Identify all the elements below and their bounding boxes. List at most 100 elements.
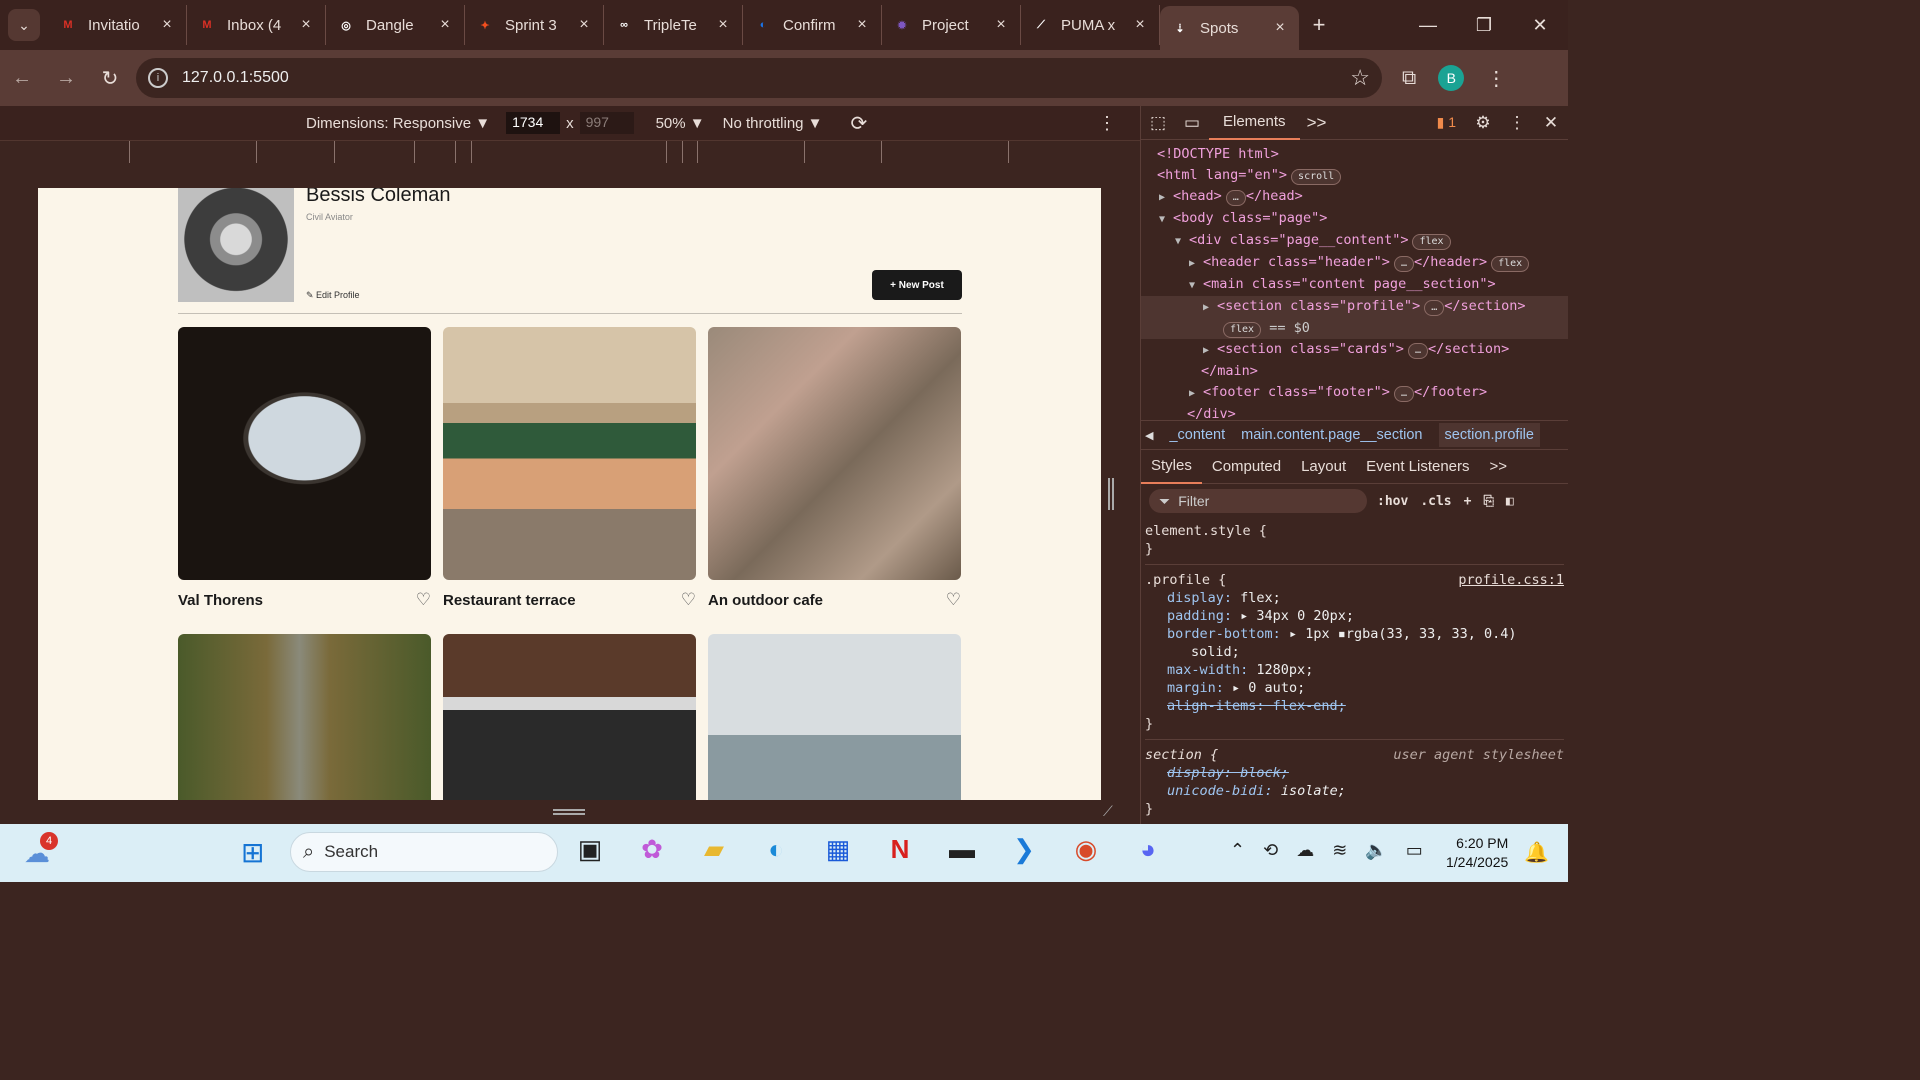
styles-filter-input[interactable]: ⏷ Filter [1149,489,1367,513]
viewport-resize-handle-bottom[interactable] [553,809,585,815]
volume-icon[interactable]: 🔈 [1365,840,1387,861]
hov-toggle[interactable]: :hov [1377,494,1408,509]
element-style-rule[interactable]: element.style { } [1145,522,1564,565]
dom-main-close[interactable]: </main> [1141,361,1568,382]
url-text[interactable]: 127.0.0.1:5500 [182,69,1350,87]
close-tab-icon[interactable]: × [297,16,315,34]
breadcrumb-item[interactable]: main.content.page__section [1241,427,1422,443]
copilot-icon[interactable]: ✿ [634,834,670,865]
sync-icon[interactable]: ⟲ [1263,840,1278,861]
minimize-icon[interactable]: — [1400,15,1456,36]
close-devtools-icon[interactable]: ✕ [1534,113,1568,133]
zoom-select[interactable]: 50% ▼ [656,115,705,132]
card-image[interactable] [708,634,961,800]
restore-icon[interactable]: ❐ [1456,15,1512,36]
browser-tab[interactable]: M Invitatio × [48,5,187,45]
dom-html[interactable]: <html lang="en"> scroll [1141,165,1568,186]
issues-badge[interactable]: ▮ 1 [1437,114,1456,131]
close-tab-icon[interactable]: × [853,16,871,34]
edge-icon[interactable]: ◐ [758,834,794,865]
dom-head[interactable]: ▶ <head>… </head> [1141,186,1568,208]
browser-tab[interactable]: ✦ Sprint 3 × [465,5,604,45]
chevron-up-icon[interactable]: ⌃ [1230,840,1245,861]
bookmark-star-icon[interactable]: ☆ [1350,65,1370,91]
new-post-button[interactable]: + New Post [872,270,962,300]
breadcrumb-item-current[interactable]: section.profile [1438,423,1540,447]
source-link[interactable]: profile.css:1 [1458,571,1564,589]
vscode-icon[interactable]: ❯ [1006,834,1042,865]
viewport-resize-corner-icon[interactable]: ⟋ [1103,803,1113,820]
onedrive-icon[interactable]: ☁ [1296,840,1314,861]
tab-elements[interactable]: Elements [1209,106,1300,140]
dom-section-cards[interactable]: ▶ <section class="cards">… </section> [1141,339,1568,361]
terminal-icon[interactable]: ▬ [944,834,980,865]
settings-gear-icon[interactable]: ⚙ [1466,113,1500,133]
rotate-icon[interactable]: ⟳ [851,111,868,136]
breadcrumb-item[interactable]: _content [1169,427,1225,443]
card-image[interactable] [443,634,696,800]
card-image[interactable] [178,634,431,800]
viewport-width-input[interactable]: 1734 [506,112,561,134]
dimensions-select[interactable]: Dimensions: Responsive ▼ [306,115,490,132]
dom-div-close[interactable]: </div> [1141,404,1568,420]
more-style-tabs[interactable]: >> [1480,450,1518,484]
card-image[interactable] [443,327,696,580]
throttling-select[interactable]: No throttling ▼ [723,115,823,132]
edit-profile-button[interactable]: ✎ Edit Profile [306,290,360,301]
windows-start-icon[interactable]: ⊞ [241,836,264,869]
viewport-height-input[interactable]: 997 [579,112,634,134]
file-explorer-icon[interactable]: ▰ [696,834,732,865]
tab-event-listeners[interactable]: Event Listeners [1356,450,1479,484]
dom-page-content[interactable]: ▼ <div class="page__content"> flex [1141,230,1568,252]
address-bar[interactable]: i 127.0.0.1:5500 ☆ [136,58,1382,98]
battery-icon[interactable]: ▭ [1406,840,1423,861]
taskbar-clock[interactable]: 6:20 PM 1/24/2025 [1446,834,1508,872]
card-image[interactable] [178,327,431,580]
notification-bell-icon[interactable]: 🔔 [1524,840,1549,865]
profile-css-rule[interactable]: .profile {profile.css:1 display: flex; p… [1145,571,1564,740]
reload-icon[interactable]: ↻ [88,66,132,91]
viewport-resize-handle-right[interactable] [1108,478,1114,510]
dom-body[interactable]: ▼ <body class="page"> [1141,208,1568,230]
new-tab-button[interactable]: + [1299,12,1339,38]
profile-avatar[interactable]: B [1438,65,1465,91]
back-icon[interactable]: ← [0,67,44,90]
new-rule-icon[interactable]: + [1464,494,1472,509]
device-toggle-icon[interactable]: ▭ [1175,113,1209,133]
close-tab-icon[interactable]: × [436,16,454,34]
dom-header[interactable]: ▶ <header class="header">… </header> flex [1141,252,1568,274]
paint-icon[interactable]: ⎘ [1483,494,1493,509]
site-info-icon[interactable]: i [148,68,168,88]
like-heart-icon[interactable]: ♡ [681,590,696,610]
extensions-icon[interactable]: ⧉ [1402,67,1416,90]
browser-menu-icon[interactable]: ⋮ [1486,66,1506,91]
close-tab-icon[interactable]: × [575,16,593,34]
tab-styles[interactable]: Styles [1141,450,1202,484]
task-view-icon[interactable]: ▣ [572,834,608,865]
close-tab-icon[interactable]: × [1271,19,1289,37]
browser-tab[interactable]: ✹ Project × [882,5,1021,45]
browser-tab[interactable]: ⇣ Spots × [1160,6,1299,50]
close-tab-icon[interactable]: × [158,16,176,34]
like-heart-icon[interactable]: ♡ [946,590,961,610]
inspect-element-icon[interactable]: ⬚ [1141,113,1175,133]
dom-footer[interactable]: ▶ <footer class="footer">… </footer> [1141,382,1568,404]
cls-toggle[interactable]: .cls [1420,494,1451,509]
card-image[interactable] [708,327,961,580]
tab-computed[interactable]: Computed [1202,450,1291,484]
dom-doctype[interactable]: <!DOCTYPE html> [1141,144,1568,165]
dom-main[interactable]: ▼ <main class="content page__section"> [1141,274,1568,296]
browser-tab[interactable]: ∞ TripleTe × [604,5,743,45]
close-tab-icon[interactable]: × [714,16,732,34]
scroll-badge[interactable]: scroll [1291,169,1342,185]
tab-layout[interactable]: Layout [1291,450,1356,484]
dom-section-profile[interactable]: ▶ <section class="profile">… </section> [1141,296,1568,318]
browser-tab[interactable]: ◐ Confirm × [743,5,882,45]
ua-css-rule[interactable]: section {user agent stylesheet display: … [1145,746,1564,818]
tab-search-button[interactable]: ⌄ [8,9,40,41]
taskbar-search[interactable]: ⌕ Search [290,832,558,872]
netflix-icon[interactable]: N [882,834,918,865]
discord-icon[interactable]: ◕ [1130,834,1166,865]
more-tabs-icon[interactable]: >> [1300,113,1334,133]
wifi-icon[interactable]: ≋ [1332,840,1347,861]
